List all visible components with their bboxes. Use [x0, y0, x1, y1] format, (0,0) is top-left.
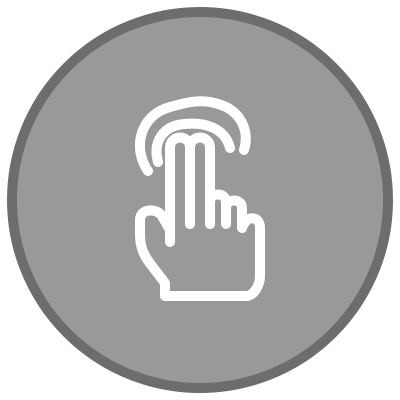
stage: [0, 0, 400, 400]
two-finger-tap-button[interactable]: [7, 7, 393, 393]
